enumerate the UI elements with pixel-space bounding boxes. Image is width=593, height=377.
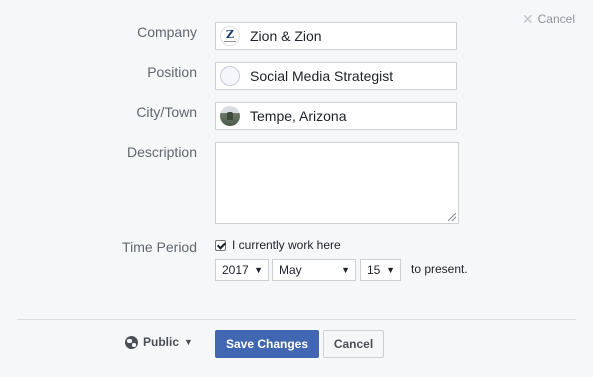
chevron-down-icon: ▼	[341, 265, 350, 275]
currently-work-label: I currently work here	[232, 238, 341, 252]
day-value: 15	[367, 263, 381, 277]
company-label: Company	[137, 24, 197, 40]
year-value: 2017	[222, 263, 249, 277]
description-textarea[interactable]	[215, 142, 459, 224]
privacy-selector[interactable]: Public ▼	[125, 335, 193, 349]
city-field[interactable]: Tempe, Arizona	[215, 102, 457, 130]
city-label: City/Town	[136, 104, 197, 120]
cancel-button[interactable]: Cancel	[323, 330, 384, 358]
company-value: Zion & Zion	[250, 28, 322, 44]
company-field[interactable]: Z Zion & Zion	[215, 22, 457, 50]
globe-icon	[125, 335, 138, 349]
to-present-text: to present.	[411, 262, 468, 276]
month-value: May	[279, 263, 302, 277]
chevron-down-icon: ▼	[184, 337, 193, 347]
privacy-label: Public	[143, 335, 180, 349]
chevron-down-icon: ▼	[254, 265, 263, 275]
month-select[interactable]: May ▼	[272, 259, 356, 281]
position-field[interactable]: Social Media Strategist	[215, 62, 457, 90]
position-label: Position	[147, 64, 197, 80]
footer-divider	[17, 319, 576, 320]
position-icon	[220, 66, 240, 86]
day-select[interactable]: 15 ▼	[360, 259, 401, 281]
year-select[interactable]: 2017 ▼	[215, 259, 269, 281]
city-value: Tempe, Arizona	[250, 108, 347, 124]
top-cancel-button[interactable]: ✕ Cancel	[522, 12, 575, 26]
position-value: Social Media Strategist	[250, 68, 394, 84]
close-icon: ✕	[521, 11, 534, 27]
currently-work-checkbox[interactable]	[215, 239, 226, 251]
save-changes-button[interactable]: Save Changes	[215, 330, 319, 358]
resize-handle[interactable]	[448, 213, 456, 221]
chevron-down-icon: ▼	[386, 265, 395, 275]
city-photo-icon	[220, 106, 240, 126]
top-cancel-label: Cancel	[537, 12, 575, 26]
company-logo-icon: Z	[220, 26, 240, 46]
description-label: Description	[126, 144, 197, 160]
currently-work-row[interactable]: I currently work here	[215, 238, 341, 252]
time-period-label: Time Period	[122, 239, 197, 255]
